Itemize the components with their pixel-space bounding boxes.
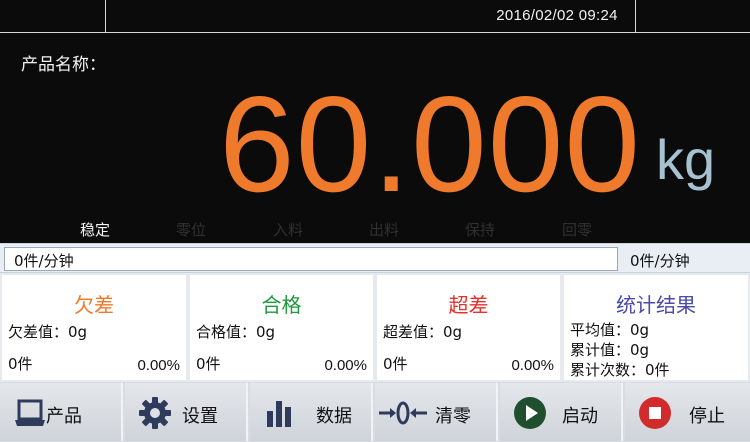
gear-icon [139, 397, 171, 429]
under-panel: 欠差 欠差值：0g 0件 0.00% [2, 275, 186, 380]
product-icon [15, 399, 45, 426]
over-count: 0件 [383, 355, 408, 373]
stop-button-label: 停止 [689, 406, 725, 427]
pass-count: 0件 [196, 355, 221, 373]
settings-button[interactable]: 设置 [125, 383, 248, 441]
start-button-label: 启动 [562, 406, 598, 427]
status-feed-in: 入料 [273, 221, 304, 239]
pass-value: 合格值：0g [196, 323, 276, 341]
statistics-panels: 欠差 欠差值：0g 0件 0.00% 合格 合格值：0g 0件 0.00% 超差… [0, 273, 750, 382]
weight-unit: kg [656, 128, 716, 191]
under-title: 欠差 [74, 293, 114, 317]
under-count: 0件 [8, 355, 33, 373]
action-toolbar: 产品 设置 数据 清零 启动 停止 [0, 382, 750, 442]
status-cell-left [0, 0, 106, 33]
tare-button[interactable]: 清零 [375, 383, 498, 441]
datetime-readout: 2016/02/02 09:24 [496, 7, 618, 24]
weight-display-panel: 2016/02/02 09:24 产品名称： 60.000 kg 稳定 零位 入… [0, 0, 750, 243]
stats-panel: 统计结果 平均值：0g 累计值：0g 累计次数：0件 [564, 275, 748, 380]
stats-count: 累计次数：0件 [570, 361, 670, 379]
status-return-zero: 回零 [562, 221, 593, 239]
status-feed-out: 出料 [369, 221, 400, 239]
weight-readout: 60.000 [219, 68, 641, 220]
stats-average: 平均值：0g [570, 321, 650, 339]
product-name-label: 产品名称： [21, 55, 106, 75]
rate-readout: 0件/分钟 [630, 252, 690, 270]
under-value: 欠差值：0g [8, 323, 88, 341]
over-percent: 0.00% [511, 357, 554, 374]
rate-field[interactable]: 0件/分钟 [4, 247, 618, 271]
stop-icon [639, 397, 671, 429]
status-hold: 保持 [465, 221, 496, 239]
product-button-label: 产品 [46, 406, 82, 427]
product-button[interactable]: 产品 [0, 383, 123, 441]
zero-arrows-icon [379, 401, 427, 425]
over-panel: 超差 超差值：0g 0件 0.00% [377, 275, 560, 380]
tare-button-label: 清零 [435, 406, 471, 427]
stop-button[interactable]: 停止 [625, 383, 750, 441]
over-value: 超差值：0g [383, 323, 463, 341]
data-button[interactable]: 数据 [250, 383, 373, 441]
pass-panel: 合格 合格值：0g 0件 0.00% [190, 275, 373, 380]
pass-percent: 0.00% [324, 357, 367, 374]
stats-title: 统计结果 [616, 293, 696, 317]
bar-chart-icon [267, 401, 291, 427]
play-icon [514, 397, 546, 429]
rate-bar: 0件/分钟 0件/分钟 [0, 243, 750, 273]
stats-total: 累计值：0g [570, 341, 650, 359]
data-button-label: 数据 [316, 406, 352, 427]
under-percent: 0.00% [137, 357, 180, 374]
settings-button-label: 设置 [182, 406, 218, 427]
pass-title: 合格 [261, 293, 302, 317]
status-stable: 稳定 [80, 221, 111, 239]
status-bar: 2016/02/02 09:24 [0, 0, 750, 33]
status-zero: 零位 [176, 221, 207, 239]
start-button[interactable]: 启动 [500, 383, 623, 441]
over-title: 超差 [448, 293, 489, 317]
